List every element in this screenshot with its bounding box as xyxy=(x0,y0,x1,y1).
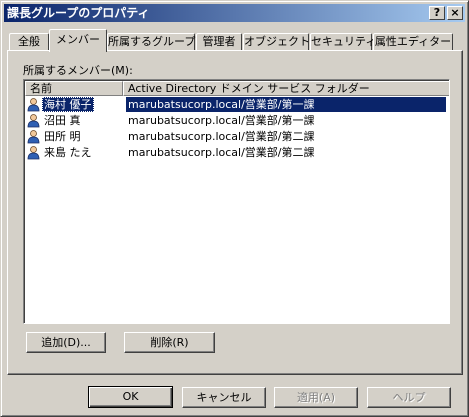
user-icon xyxy=(27,114,40,128)
member-folder: marubatsucorp.local/営業部/第二課 xyxy=(128,146,315,159)
window-title: 課長グループのプロパティ xyxy=(7,6,150,20)
list-item[interactable]: 田所 明 marubatsucorp.local/営業部/第二課 xyxy=(26,129,446,145)
tab-attribute-editor[interactable]: 属性エディター xyxy=(373,33,453,51)
member-name: 来島 たえ xyxy=(44,146,92,159)
title-bar[interactable]: 課長グループのプロパティ ? × xyxy=(4,4,465,22)
list-header: 名前 Active Directory ドメイン サービス フォルダー xyxy=(25,81,449,96)
list-item[interactable]: 来島 たえ marubatsucorp.local/営業部/第二課 xyxy=(26,145,446,161)
member-folder: marubatsucorp.local/営業部/第一課 xyxy=(128,114,315,127)
tab-members[interactable]: メンバー xyxy=(49,29,107,52)
tab-managed-by[interactable]: 管理者 xyxy=(196,33,242,51)
list-item[interactable]: 海村 優子 marubatsucorp.local/営業部/第一課 xyxy=(26,97,446,113)
user-icon xyxy=(27,146,40,160)
member-name: 沼田 真 xyxy=(44,114,81,127)
properties-dialog: 課長グループのプロパティ ? × 全般 メンバー 所属するグループ 管理者 オブ… xyxy=(0,0,469,417)
tab-strip: 全般 メンバー 所属するグループ 管理者 オブジェクト セキュリティ 属性エディ… xyxy=(7,29,463,52)
tab-object[interactable]: オブジェクト xyxy=(243,33,310,51)
members-list[interactable]: 名前 Active Directory ドメイン サービス フォルダー 海村 優… xyxy=(23,79,450,324)
tab-general[interactable]: 全般 xyxy=(9,33,49,51)
tab-security[interactable]: セキュリティ xyxy=(310,33,376,51)
members-panel: 所属するメンバー(M): 名前 Active Directory ドメイン サー… xyxy=(7,50,463,375)
ok-button[interactable]: OK xyxy=(88,386,173,408)
apply-button[interactable]: 適用(A) xyxy=(274,387,358,408)
tab-member-of[interactable]: 所属するグループ xyxy=(107,33,195,51)
member-name: 海村 優子 xyxy=(42,97,94,112)
column-header-folder[interactable]: Active Directory ドメイン サービス フォルダー xyxy=(123,81,449,96)
user-icon xyxy=(27,130,40,144)
member-folder: marubatsucorp.local/営業部/第一課 xyxy=(126,97,446,112)
list-item[interactable]: 沼田 真 marubatsucorp.local/営業部/第一課 xyxy=(26,113,446,129)
member-name: 田所 明 xyxy=(44,130,81,143)
help-button[interactable]: ヘルプ xyxy=(367,387,451,408)
help-title-button[interactable]: ? xyxy=(429,6,445,20)
user-icon xyxy=(27,98,40,112)
cancel-button[interactable]: キャンセル xyxy=(182,387,266,408)
add-button[interactable]: 追加(D)... xyxy=(26,332,106,353)
close-button[interactable]: × xyxy=(447,6,463,20)
column-header-name[interactable]: 名前 xyxy=(25,81,123,96)
members-label: 所属するメンバー(M): xyxy=(23,64,133,77)
remove-button[interactable]: 削除(R) xyxy=(124,332,215,353)
member-folder: marubatsucorp.local/営業部/第二課 xyxy=(128,130,315,143)
